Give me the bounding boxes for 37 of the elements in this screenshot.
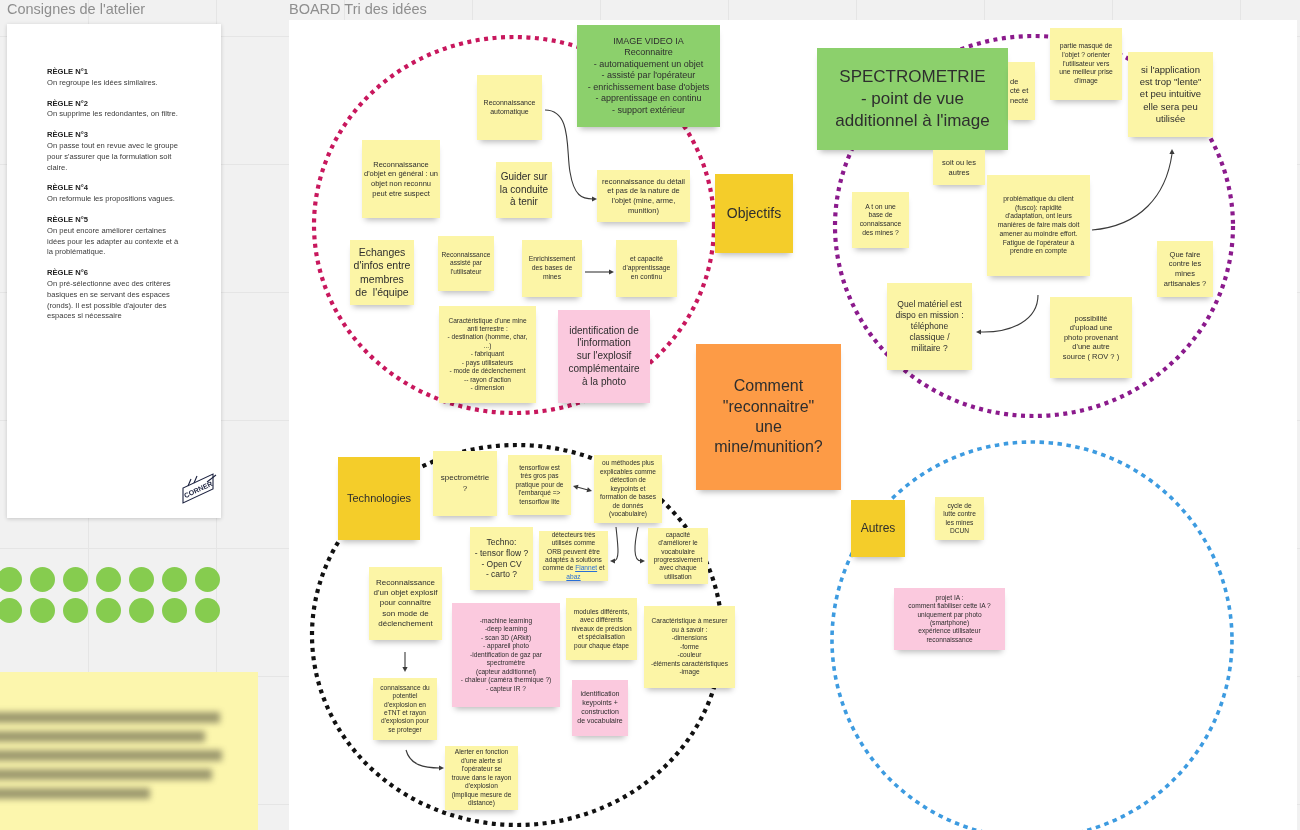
dot-icon <box>195 567 220 592</box>
dot-icon <box>129 598 154 623</box>
sticky-note: Echanges d'infos entre membres de l'équipe <box>350 240 414 305</box>
dot-icon <box>162 567 187 592</box>
sticky-note: Autres <box>851 500 905 557</box>
dot-icon <box>63 567 88 592</box>
connector-arrow <box>634 526 645 564</box>
connector-arrow <box>402 651 408 672</box>
sticky-note: si l'application est trop "lente" et peu intuitive elle sera peu utilisée <box>1128 52 1213 137</box>
sticky-note: Technologies <box>338 457 420 540</box>
frame-title: Consignes de l'atelier <box>7 0 146 19</box>
connector-arrow <box>976 294 1039 335</box>
sticky-note: Quel matériel est dispo en mission : téléphone classique / militaire ? <box>887 283 972 370</box>
connector-arrow <box>610 526 619 564</box>
sticky-note: Guider sur la conduite à tenir <box>496 162 552 218</box>
dot-icon <box>0 598 22 623</box>
dot-icon <box>162 598 187 623</box>
frame-title: BOARD Tri des idées <box>289 0 427 19</box>
sticky-note: Comment "reconnaitre" une mine/munition? <box>696 344 841 490</box>
sticky-note: spectrométrie ? <box>433 451 497 516</box>
sticky-note: IMAGE VIDEO IA Reconnaitre - automatiquement un objet - assisté par l'opérateur - enrichissement base d'objets - apprentissage en continu - support extérieur <box>577 25 720 127</box>
dot-icon <box>63 598 88 623</box>
sticky-note: SPECTROMETRIE - point de vue additionnel à l'image <box>817 48 1008 150</box>
sticky-note: identification de l'information sur l'explosif complémentaire à la photo <box>558 310 650 403</box>
dot-icon <box>30 567 55 592</box>
connector-arrow <box>584 269 614 275</box>
sticky-note: Reconnaissance d'un objet explosif pour connaître son mode de déclenchement <box>369 567 442 640</box>
sticky-note: Techno: - tensor flow ? - Open CV - carto ? <box>470 527 533 590</box>
dot-icon <box>195 598 220 623</box>
dot-icon <box>129 567 154 592</box>
connector-arrow <box>573 484 592 493</box>
sticky-note: Objectifs <box>715 174 793 253</box>
dot-icon <box>96 598 121 623</box>
dot-icon <box>30 598 55 623</box>
connector-arrow <box>405 749 444 771</box>
dot-icon <box>0 567 22 592</box>
dot-icon <box>96 567 121 592</box>
